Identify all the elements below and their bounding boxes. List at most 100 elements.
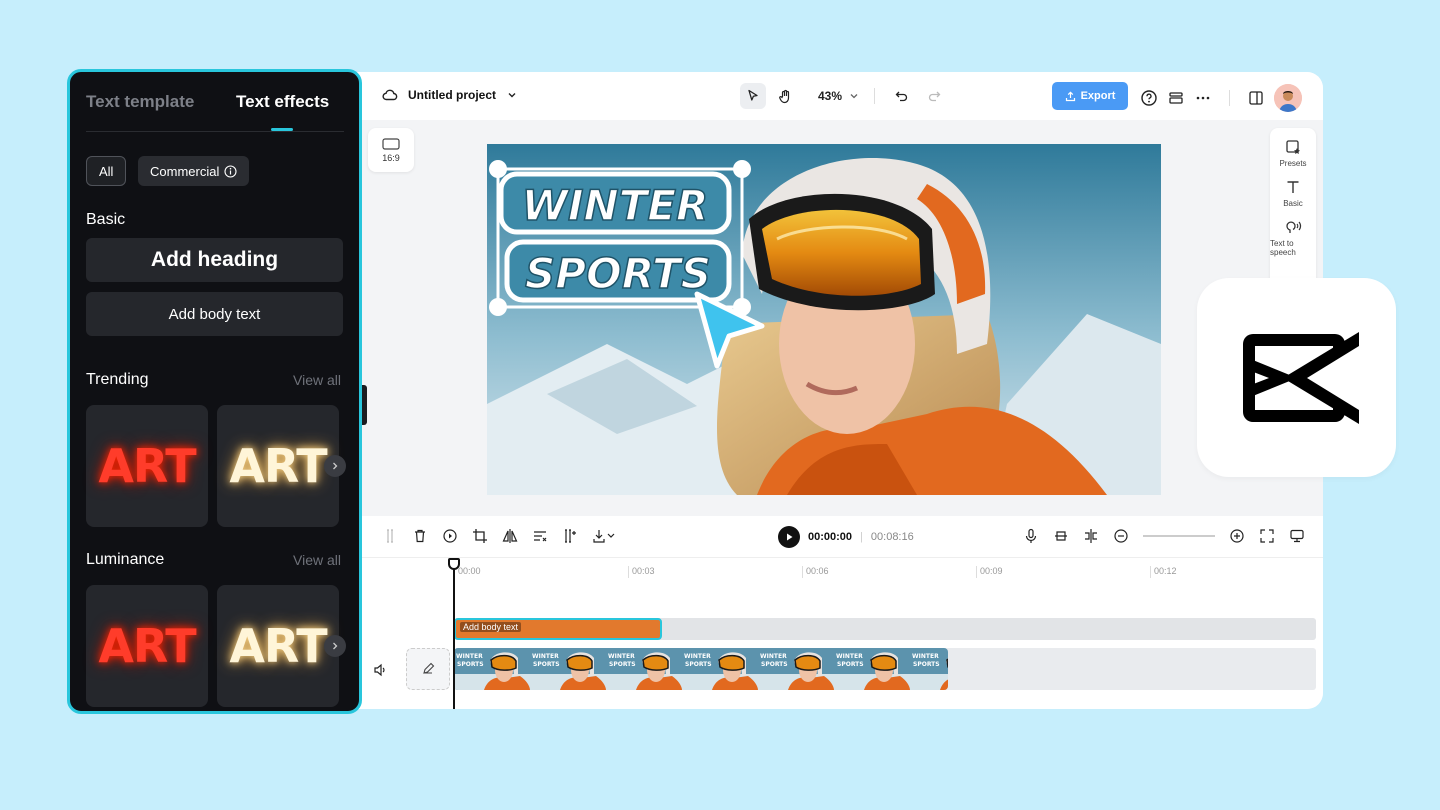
cover-button[interactable] [406, 648, 450, 690]
presets-icon [1284, 138, 1302, 156]
split-icon[interactable] [382, 528, 398, 544]
video-thumbnail: WINTER SPORTS [530, 648, 606, 690]
volume-icon[interactable] [373, 663, 387, 677]
magnet-icon[interactable] [1053, 528, 1069, 544]
undo-button[interactable] [889, 83, 915, 109]
trending-effect-card[interactable]: ART [217, 405, 339, 527]
redo-icon [927, 89, 941, 103]
divider [1229, 90, 1230, 106]
panel-collapse-handle[interactable] [362, 385, 367, 425]
topbar-right [1140, 84, 1302, 112]
aspect-ratio-label: 16:9 [382, 152, 400, 163]
thumb-title-line1: WINTER [912, 653, 939, 660]
canvas-tools: 43% [740, 83, 947, 109]
add-heading-button[interactable]: Add heading [86, 238, 343, 282]
aspect-ratio-button[interactable]: 16:9 [368, 128, 414, 172]
zoom-out-icon[interactable] [1113, 528, 1129, 544]
canvas-title-line1[interactable]: WINTER [521, 180, 709, 231]
layers-icon[interactable] [1167, 89, 1185, 107]
timeline-edit-tools [382, 528, 616, 544]
tab-text-effects[interactable]: Text effects [236, 92, 329, 112]
basic-section-title: Basic [86, 211, 126, 228]
trending-view-all-link[interactable]: View all [293, 372, 341, 388]
filter-commercial[interactable]: Commercial [138, 156, 250, 186]
text-track: Add body text [454, 618, 1316, 640]
playhead[interactable] [453, 558, 455, 709]
current-time: 00:00:00 [808, 531, 853, 543]
pointer-icon [746, 89, 760, 103]
video-thumbnail: WINTER SPORTS [834, 648, 910, 690]
chevron-right-icon [333, 642, 338, 650]
presets-button[interactable]: Presets [1270, 138, 1316, 168]
zoom-slider[interactable] [1143, 535, 1215, 537]
add-body-text-button[interactable]: Add body text [86, 292, 343, 336]
chevron-down-icon [848, 90, 860, 102]
avatar[interactable] [1274, 84, 1302, 112]
zoom-in-icon[interactable] [1229, 528, 1245, 544]
crop-icon[interactable] [472, 528, 488, 544]
comment-icon[interactable] [1289, 528, 1305, 544]
more-icon[interactable] [1194, 89, 1212, 107]
export-button[interactable]: Export [1052, 82, 1128, 110]
speech-icon [1284, 218, 1302, 236]
video-clip[interactable]: WINTER SPORTS WINTER SPORTS WINTER SPORTS WINT… [454, 648, 948, 690]
export-label: Export [1080, 90, 1116, 102]
speed-icon[interactable] [442, 528, 458, 544]
thumb-title-line2: SPORTS [533, 661, 560, 668]
luminance-effect-card[interactable]: ART [217, 585, 339, 707]
thumb-title-line2: SPORTS [913, 661, 940, 668]
thumb-title-line2: SPORTS [609, 661, 636, 668]
panel-layout-icon[interactable] [1247, 89, 1265, 107]
video-thumbnail: WINTER SPORTS [606, 648, 682, 690]
ruler-tick: 00:06 [802, 566, 829, 578]
video-canvas[interactable]: WINTER SPORTS [487, 144, 1161, 495]
capcut-logo [1197, 278, 1396, 477]
select-tool-button[interactable] [740, 83, 766, 109]
trending-next-button[interactable] [324, 455, 346, 477]
trending-section-title: Trending [86, 371, 149, 388]
project-name[interactable]: Untitled project [408, 88, 496, 102]
text-icon [1284, 178, 1302, 196]
ruler-tick: 00:09 [976, 566, 1003, 578]
active-tab-indicator [271, 128, 293, 131]
chevron-right-icon [333, 462, 338, 470]
flip-icon[interactable] [502, 528, 518, 544]
luminance-effect-card[interactable]: ART [86, 585, 208, 707]
microphone-icon[interactable] [1023, 528, 1039, 544]
canvas-title-line2[interactable]: SPORTS [524, 248, 712, 299]
audio-settings-icon[interactable] [532, 528, 548, 544]
playhead-handle[interactable] [448, 558, 460, 570]
tab-text-template[interactable]: Text template [86, 92, 194, 112]
info-icon [224, 164, 237, 178]
zoom-dropdown[interactable]: 43% [818, 89, 860, 103]
timeline-view-tools [1023, 528, 1305, 544]
hand-tool-button[interactable] [772, 83, 798, 109]
help-icon[interactable] [1140, 89, 1158, 107]
trash-icon[interactable] [412, 528, 428, 544]
thumb-title-line2: SPORTS [837, 661, 864, 668]
fit-icon[interactable] [1259, 528, 1275, 544]
thumb-title-line2: SPORTS [685, 661, 712, 668]
add-marker-icon[interactable] [562, 528, 578, 544]
capcut-logo-icon [1242, 331, 1359, 424]
thumb-title-line1: WINTER [836, 653, 863, 660]
time-ruler[interactable]: 00:00 00:03 00:06 00:09 00:12 [454, 558, 1314, 580]
thumb-title-line2: SPORTS [457, 661, 484, 668]
filter-all[interactable]: All [86, 156, 127, 186]
text-clip[interactable]: Add body text [454, 618, 662, 640]
luminance-next-button[interactable] [324, 635, 346, 657]
luminance-view-all-link[interactable]: View all [293, 552, 341, 568]
split-view-icon[interactable] [1083, 528, 1099, 544]
upload-icon [1065, 90, 1076, 102]
play-button[interactable] [778, 526, 800, 548]
text-to-speech-button[interactable]: Text to speech [1270, 218, 1316, 257]
project-menu[interactable]: Untitled project [382, 87, 518, 103]
chevron-down-icon[interactable] [506, 89, 518, 101]
download-icon[interactable] [592, 528, 616, 544]
video-thumbnail: WINTER SPORTS [454, 648, 530, 690]
redo-button[interactable] [921, 83, 947, 109]
divider [874, 88, 876, 104]
trending-effect-card[interactable]: ART [86, 405, 208, 527]
basic-button[interactable]: Basic [1270, 178, 1316, 208]
zoom-value: 43% [818, 89, 843, 103]
